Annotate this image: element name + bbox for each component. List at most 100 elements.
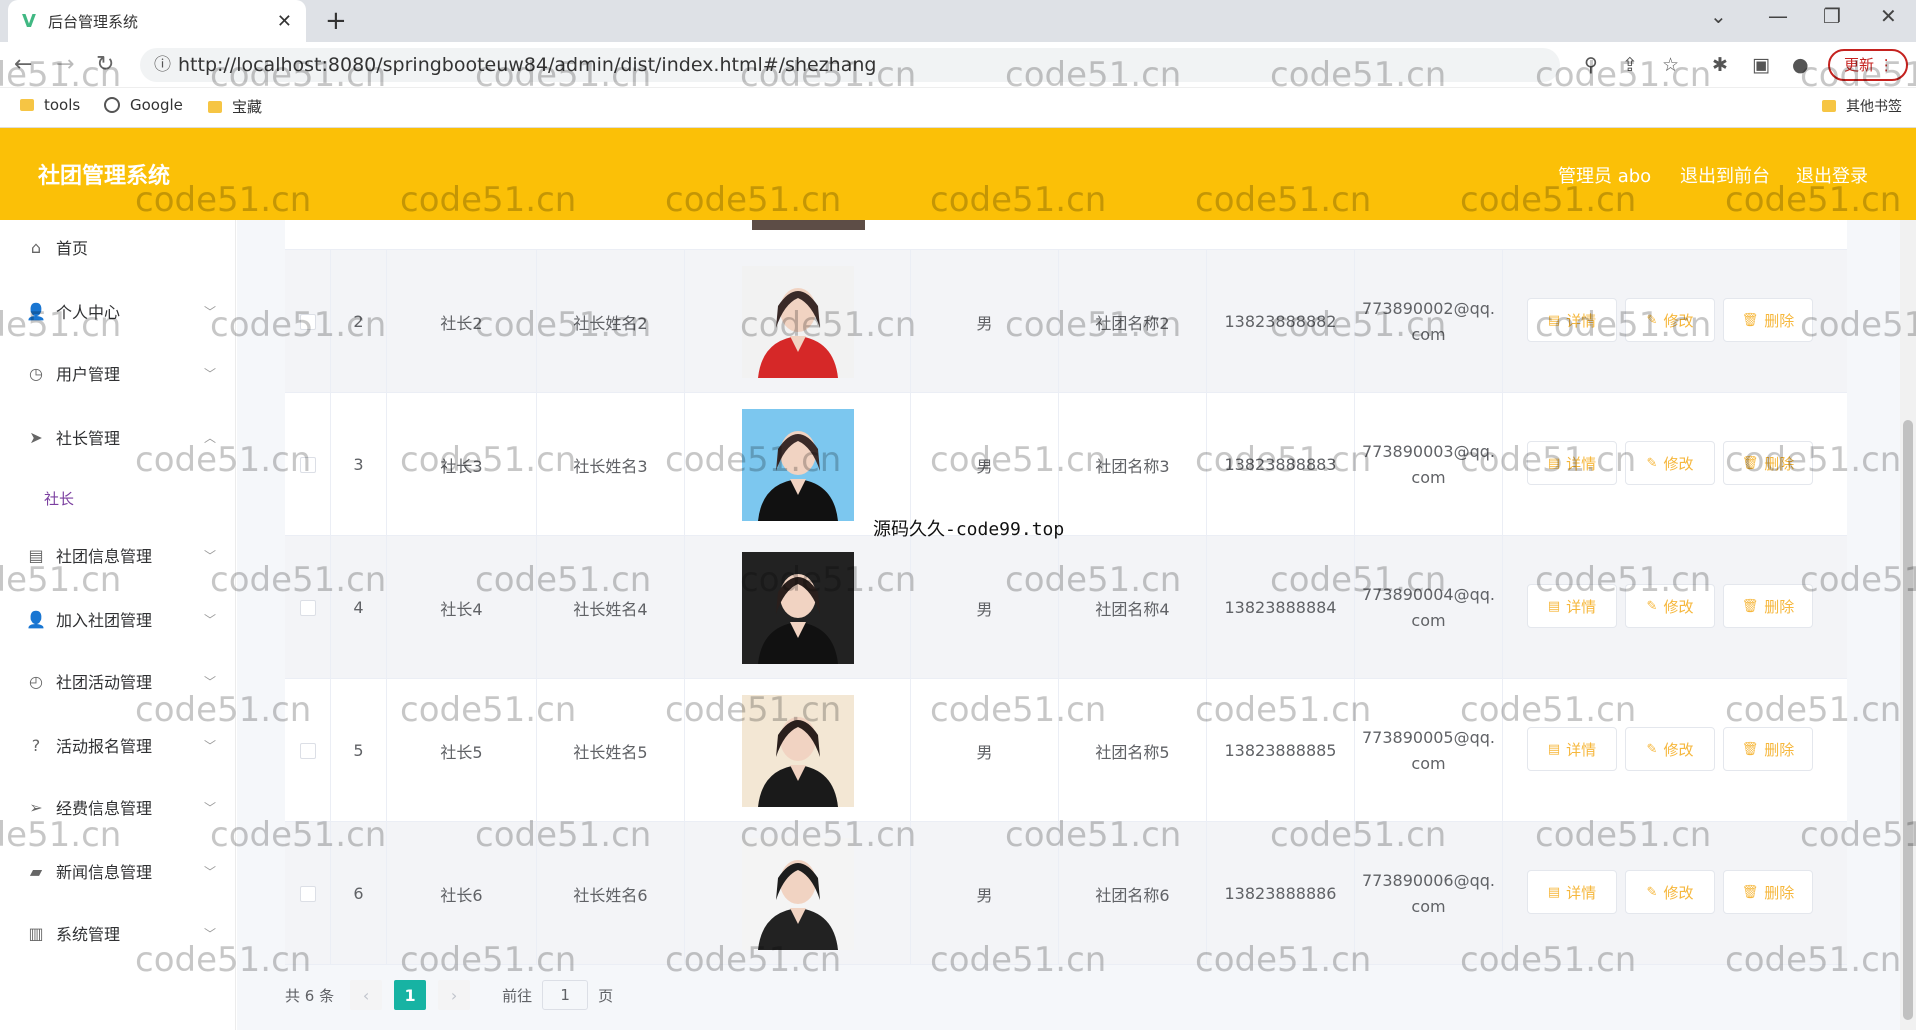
sidebar-item-signup[interactable]: ? 活动报名管理 ﹀ xyxy=(26,730,216,760)
send-icon: ➤ xyxy=(29,427,43,447)
edit-button[interactable]: ✎ 修改 xyxy=(1625,441,1715,485)
restore-icon[interactable]: ❐ xyxy=(1823,4,1841,28)
president-table: 2 社长2 社长姓名2 男 社团名称2 13823888882 77389000… xyxy=(285,220,1847,965)
bookmark-tools[interactable]: tools xyxy=(20,96,80,114)
bookmark-other[interactable]: 其他书签 xyxy=(1822,96,1902,116)
trash-icon: 🗑 xyxy=(1741,884,1759,900)
email-line: 773890004@qq. xyxy=(1361,584,1495,604)
back-to-front-link[interactable]: 退出到前台 xyxy=(1680,162,1770,188)
sidebar-subitem-president[interactable]: 社长 xyxy=(44,488,74,509)
edit-button[interactable]: ✎ 修改 xyxy=(1625,584,1715,628)
back-icon[interactable]: ← xyxy=(14,52,32,77)
avatar-photo xyxy=(741,837,854,950)
checkbox-cell xyxy=(285,679,331,822)
detail-button[interactable]: ▤ 详情 xyxy=(1527,441,1617,485)
bookmark-google[interactable]: Google xyxy=(104,96,183,114)
delete-button[interactable]: 🗑 删除 xyxy=(1723,298,1813,342)
share-icon[interactable]: ⇪ xyxy=(1622,54,1638,76)
folder-icon xyxy=(208,100,222,113)
row-checkbox[interactable] xyxy=(299,313,316,330)
delete-button[interactable]: 🗑 删除 xyxy=(1723,727,1813,771)
name-cell: 社长姓名2 xyxy=(537,250,685,393)
edit-button[interactable]: ✎ 修改 xyxy=(1625,870,1715,914)
name-cell: 社长姓名5 xyxy=(537,679,685,822)
vertical-scrollbar[interactable] xyxy=(1900,220,1916,1030)
checkbox-cell xyxy=(285,393,331,536)
row-checkbox[interactable] xyxy=(299,599,316,616)
page-1-button[interactable]: 1 xyxy=(394,980,427,1010)
email-cell: 773890005@qq. com xyxy=(1355,679,1503,822)
row-checkbox[interactable] xyxy=(299,885,316,902)
next-page-icon[interactable]: › xyxy=(438,980,471,1010)
avatar-photo xyxy=(741,551,854,664)
bookmark-label: Google xyxy=(130,96,183,114)
row-checkbox[interactable] xyxy=(299,456,316,473)
new-tab-icon[interactable]: + xyxy=(325,6,347,36)
sidepanel-icon[interactable]: ▣ xyxy=(1752,54,1770,76)
sidebar-item-activities[interactable]: ◴ 社团活动管理 ﹀ xyxy=(26,666,216,696)
delete-button[interactable]: 🗑 删除 xyxy=(1723,584,1813,628)
page-jump-input[interactable]: 1 xyxy=(542,980,589,1010)
url-bar[interactable]: ⓘ http://localhost:8080/springbooteuw84/… xyxy=(140,48,1560,82)
delete-button[interactable]: 🗑 删除 xyxy=(1723,441,1813,485)
help-icon: ? xyxy=(31,735,41,755)
chevron-down-icon: ﹀ xyxy=(203,738,216,753)
phone-cell: 13823888885 xyxy=(1207,679,1355,822)
scrollbar-thumb[interactable] xyxy=(1903,420,1913,1020)
edit-label: 修改 xyxy=(1663,883,1694,902)
detail-button[interactable]: ▤ 详情 xyxy=(1527,298,1617,342)
sidebar-item-join-club[interactable]: 👤 加入社团管理 ﹀ xyxy=(26,604,216,634)
site-info-icon[interactable]: ⓘ xyxy=(154,48,171,82)
sex-cell: 男 xyxy=(911,822,1059,965)
url-text: http://localhost:8080/springbooteuw84/ad… xyxy=(178,54,877,76)
sidebar: ⌂ 首页 👤 个人中心 ﹀ ◷ 用户管理 ﹀ ➤ 社长管理 ︿ 社长 ▤ 社团信息管理 ﹀ 👤 加入… xyxy=(0,220,236,1030)
chevron-down-icon: ﹀ xyxy=(203,612,216,627)
close-window-icon[interactable]: ✕ xyxy=(1880,4,1897,28)
chevron-down-icon: ﹀ xyxy=(203,366,216,381)
forward-icon[interactable]: → xyxy=(56,52,74,77)
email-line: 773890002@qq. xyxy=(1361,298,1495,318)
index-cell: 2 xyxy=(331,250,387,393)
previous-row-remnant xyxy=(285,220,1847,250)
update-button[interactable]: 更新 ⋮ xyxy=(1828,49,1908,81)
edit-label: 修改 xyxy=(1663,454,1694,473)
sidebar-item-home[interactable]: ⌂ 首页 xyxy=(26,232,216,262)
minimize-icon[interactable]: — xyxy=(1768,4,1788,28)
sidebar-item-system[interactable]: ▥ 系统管理 ﹀ xyxy=(26,918,216,948)
detail-button[interactable]: ▤ 详情 xyxy=(1527,727,1617,771)
sidebar-item-president[interactable]: ➤ 社长管理 ︿ xyxy=(26,422,216,452)
logout-link[interactable]: 退出登录 xyxy=(1796,162,1868,188)
table-row: 4 社长4 社长姓名4 男 社团名称4 13823888884 77389000… xyxy=(285,536,1847,679)
sidebar-item-personal[interactable]: 👤 个人中心 ﹀ xyxy=(26,296,216,326)
sidebar-item-club-info[interactable]: ▤ 社团信息管理 ﹀ xyxy=(26,540,216,570)
row-checkbox[interactable] xyxy=(299,742,316,759)
delete-button[interactable]: 🗑 删除 xyxy=(1723,870,1813,914)
bookmark-label: 宝藏 xyxy=(232,98,263,116)
sidebar-item-funds[interactable]: ➢ 经费信息管理 ﹀ xyxy=(26,792,216,822)
bookmark-treasure[interactable]: 宝藏 xyxy=(208,96,262,117)
zoom-icon[interactable]: ⚲ xyxy=(1584,54,1598,76)
detail-button[interactable]: ▤ 详情 xyxy=(1527,584,1617,628)
compass-icon: ◴ xyxy=(29,671,43,691)
edit-button[interactable]: ✎ 修改 xyxy=(1625,298,1715,342)
close-tab-icon[interactable]: ✕ xyxy=(277,11,292,32)
edit-icon: ✎ xyxy=(1646,312,1658,328)
user-icon: 👤 xyxy=(26,301,46,321)
browser-tab[interactable]: V 后台管理系统 ✕ xyxy=(8,0,306,42)
tab-search-icon[interactable]: ⌄ xyxy=(1710,4,1727,28)
detail-button[interactable]: ▤ 详情 xyxy=(1527,870,1617,914)
photo-cell xyxy=(685,536,911,679)
extensions-icon[interactable]: ✱ xyxy=(1712,54,1728,76)
reload-icon[interactable]: ↻ xyxy=(96,52,114,77)
sidebar-item-news[interactable]: ▰ 新闻信息管理 ﹀ xyxy=(26,856,216,886)
prev-page-icon[interactable]: ‹ xyxy=(350,980,383,1010)
edit-button[interactable]: ✎ 修改 xyxy=(1625,727,1715,771)
profile-icon[interactable]: ● xyxy=(1792,54,1809,76)
sidebar-item-label: 新闻信息管理 xyxy=(56,863,153,882)
detail-label: 详情 xyxy=(1566,597,1597,616)
sidebar-item-users[interactable]: ◷ 用户管理 ﹀ xyxy=(26,358,216,388)
chevron-up-icon: ︿ xyxy=(203,430,216,445)
document-icon: ▤ xyxy=(1547,455,1561,471)
address-toolbar: ← → ↻ ⓘ http://localhost:8080/springboot… xyxy=(0,42,1916,88)
star-icon[interactable]: ☆ xyxy=(1662,54,1679,76)
